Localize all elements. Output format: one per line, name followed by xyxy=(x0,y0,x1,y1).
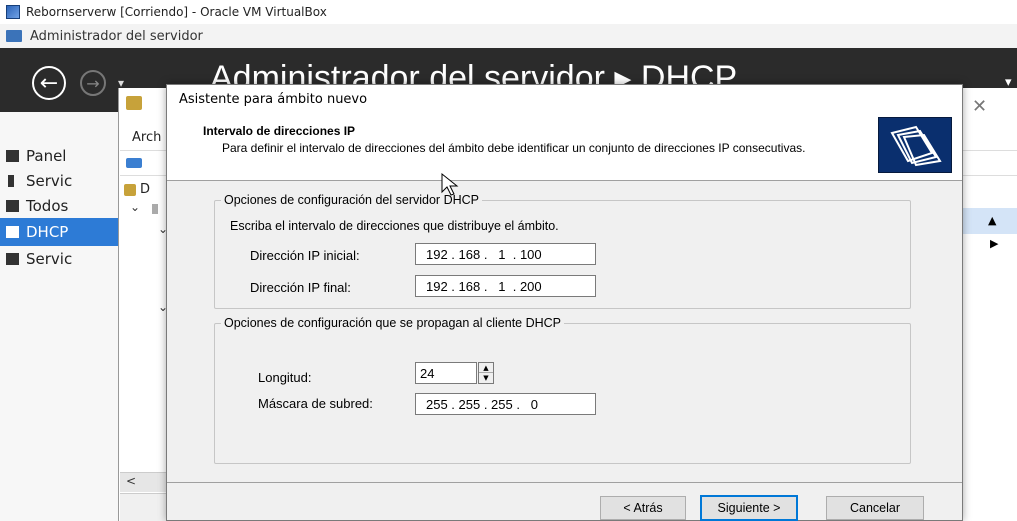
toolbar-back-icon[interactable] xyxy=(126,158,142,168)
nav-item-label: Todos xyxy=(26,197,69,215)
dashboard-icon xyxy=(6,150,19,162)
start-ip-input[interactable]: 192 . 168 . 1 . 100 xyxy=(415,243,596,265)
nav-item-label: Servic xyxy=(26,172,73,190)
wizard-page-heading: Intervalo de direcciones IP xyxy=(203,124,356,138)
vbox-title-text: Rebornserverw [Corriendo] - Oracle VM Vi… xyxy=(26,5,327,19)
nav-item-file-services[interactable]: Servic xyxy=(0,245,120,273)
length-input[interactable]: 24 xyxy=(415,362,477,384)
menu-archivo[interactable]: Arch xyxy=(132,130,161,145)
subnet-mask-label: Máscara de subred: xyxy=(258,396,373,411)
back-button[interactable]: < Atrás xyxy=(600,496,686,520)
server-icon xyxy=(8,175,14,187)
cancel-button[interactable]: Cancelar xyxy=(826,496,924,520)
dhcp-tree-icon xyxy=(124,184,136,196)
end-ip-input[interactable]: 192 . 168 . 1 . 200 xyxy=(415,275,596,297)
vbox-titlebar: Rebornserverw [Corriendo] - Oracle VM Vi… xyxy=(0,0,1017,24)
nav-item-local-server[interactable]: Servic xyxy=(0,167,120,195)
server-manager-title: Administrador del servidor xyxy=(30,28,203,44)
file-services-icon xyxy=(6,253,19,265)
mouse-cursor-icon xyxy=(441,172,459,196)
client-config-legend: Opciones de configuración que se propaga… xyxy=(224,316,562,330)
server-manager-icon xyxy=(6,30,22,42)
chevron-down-icon[interactable]: ⌄ xyxy=(130,200,140,214)
virtualbox-icon xyxy=(6,5,20,19)
server-tree-icon xyxy=(152,204,158,214)
dhcp-icon xyxy=(6,226,19,238)
start-ip-label: Dirección IP inicial: xyxy=(250,248,360,263)
nav-item-all-servers[interactable]: Todos xyxy=(0,192,120,220)
nav-item-label: DHCP xyxy=(26,223,69,241)
nav-item-panel[interactable]: Panel xyxy=(0,142,120,170)
subnet-mask-input[interactable]: 255 . 255 . 255 . 0 xyxy=(415,393,596,415)
wizard-titlebar: Asistente para ámbito nuevo xyxy=(167,85,962,113)
next-button[interactable]: Siguiente > xyxy=(700,495,798,521)
nav-item-label: Servic xyxy=(26,250,73,268)
close-icon[interactable]: ✕ xyxy=(972,96,987,117)
documents-icon xyxy=(890,125,942,167)
server-manager-titlebar: Administrador del servidor xyxy=(0,24,1017,48)
forward-arrow-icon[interactable]: → xyxy=(80,70,106,96)
left-navigation: Panel Servic Todos DHCP Servic xyxy=(0,112,120,521)
tree-root-label[interactable]: D xyxy=(140,182,150,197)
range-instruction: Escriba el intervalo de direcciones que … xyxy=(230,219,559,233)
spin-up-icon[interactable]: ▲ xyxy=(479,363,493,373)
footer-divider xyxy=(167,482,962,483)
length-label: Longitud: xyxy=(258,370,312,385)
wizard-title: Asistente para ámbito nuevo xyxy=(179,91,368,107)
spin-down-icon[interactable]: ▼ xyxy=(479,373,493,383)
scroll-left-icon[interactable]: < xyxy=(126,474,136,488)
nav-item-label: Panel xyxy=(26,147,67,165)
wizard-page-description: Para definir el intervalo de direcciones… xyxy=(222,141,806,155)
client-config-group: Opciones de configuración que se propaga… xyxy=(214,316,911,464)
back-arrow-icon[interactable]: ← xyxy=(32,66,66,100)
expand-right-icon[interactable]: ▶ xyxy=(990,237,998,250)
wizard-documents-icon xyxy=(878,117,952,173)
collapse-up-icon[interactable]: ▲ xyxy=(988,214,996,227)
nav-item-dhcp[interactable]: DHCP xyxy=(0,218,120,246)
dhcp-console-icon xyxy=(126,96,142,110)
servers-icon xyxy=(6,200,19,212)
length-spinner[interactable]: ▲ ▼ xyxy=(478,362,494,384)
end-ip-label: Dirección IP final: xyxy=(250,280,351,295)
status-bar xyxy=(120,493,168,521)
